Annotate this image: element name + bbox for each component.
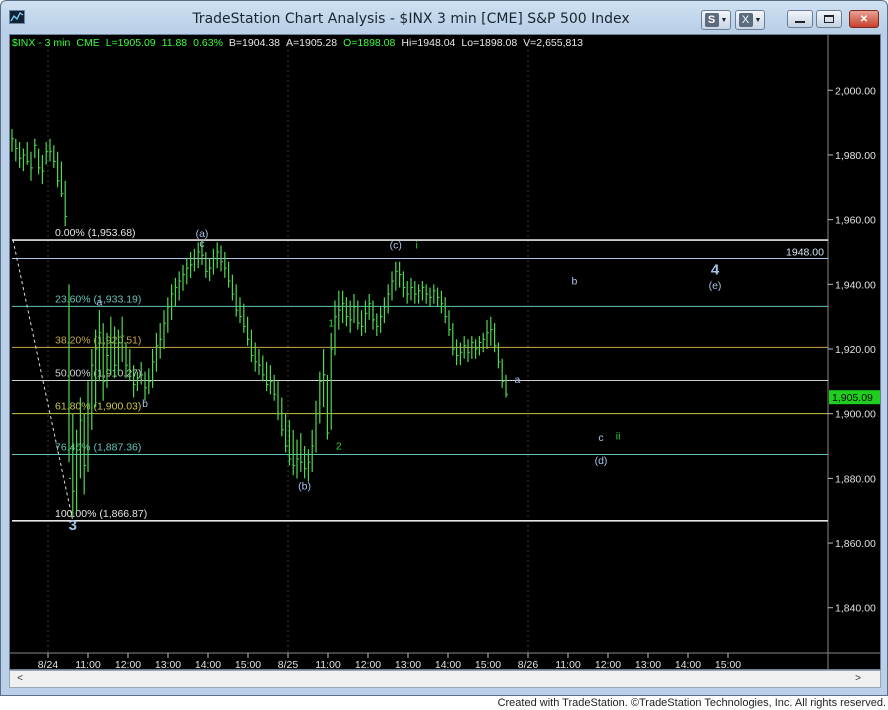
x-tick-label: 12:00 xyxy=(595,659,621,669)
y-tick-label: 1,960.00 xyxy=(835,215,876,227)
x-tick-label: 14:00 xyxy=(435,659,461,669)
y-tick-label: 1,900.00 xyxy=(835,409,876,421)
close-icon: ✕ xyxy=(859,13,869,25)
x-tick-label: 13:00 xyxy=(635,659,661,669)
x-tick-label: 11:00 xyxy=(555,659,581,669)
fib-level-label: 38.20% (1,920.51) xyxy=(55,334,141,346)
horizontal-scrollbar[interactable]: < > xyxy=(9,670,881,688)
status-exchange: CME xyxy=(76,37,100,49)
level-1948-label: 1948.00 xyxy=(786,246,824,258)
x-tick-label: 15:00 xyxy=(715,659,741,669)
x-tick-label: 12:00 xyxy=(115,659,141,669)
status-volume: V=2,655,813 xyxy=(523,37,584,49)
minimize-icon xyxy=(795,21,805,23)
wave-label: (d) xyxy=(595,455,608,467)
y-tick-label: 1,980.00 xyxy=(835,150,876,162)
y-tick-label: 1,940.00 xyxy=(835,279,876,291)
fib-level-label: 61.80% (1,900.03) xyxy=(55,401,141,413)
x-tick-label: 13:00 xyxy=(155,659,181,669)
y-tick-label: 1,860.00 xyxy=(835,538,876,550)
status-ask: A=1905.28 xyxy=(286,37,338,49)
window-title: TradeStation Chart Analysis - $INX 3 min… xyxy=(192,11,630,27)
fib-level-label: 76.40% (1,887.36) xyxy=(55,442,141,454)
wave-label: a xyxy=(514,374,520,386)
status-open: O=1898.08 xyxy=(343,37,396,49)
status-last: L=1905.09 xyxy=(105,37,156,49)
status-symbol: $INX - 3 min xyxy=(12,37,71,49)
wave-label: c xyxy=(199,238,204,250)
x-tick-label: 12:00 xyxy=(355,659,381,669)
status-bid: B=1904.38 xyxy=(228,37,281,49)
close-button[interactable]: ✕ xyxy=(849,10,879,28)
wave-label: 3 xyxy=(69,517,77,534)
y-tick-label: 1,840.00 xyxy=(835,603,876,615)
last-price-tag-label: 1,905.09 xyxy=(832,392,873,404)
title-bar[interactable]: TradeStation Chart Analysis - $INX 3 min… xyxy=(1,1,887,34)
status-change: 11.88 xyxy=(161,37,188,49)
scroll-track[interactable] xyxy=(30,672,840,686)
wave-label: a xyxy=(96,296,102,308)
wave-label: 2 xyxy=(336,440,342,452)
minimize-button[interactable] xyxy=(787,10,813,28)
maximize-button[interactable] xyxy=(816,10,842,28)
wave-label: ii xyxy=(616,431,621,443)
x-tick-label: 11:00 xyxy=(75,659,101,669)
x-tick-label: 11:00 xyxy=(315,659,341,669)
x-tick-label: 15:00 xyxy=(475,659,501,669)
s-dropdown-button[interactable]: S ▼ xyxy=(701,10,731,30)
x-tick-label: 8/24 xyxy=(38,659,59,669)
scroll-left-arrow-icon[interactable]: < xyxy=(12,672,28,686)
wave-label: b xyxy=(571,275,577,287)
wave-label: (c) xyxy=(390,240,402,252)
wave-label: (b) xyxy=(298,481,311,493)
x-tick-label: 8/26 xyxy=(518,659,539,669)
y-tick-label: 1,920.00 xyxy=(835,344,876,356)
x-tick-label: 14:00 xyxy=(675,659,701,669)
y-tick-label: 1,880.00 xyxy=(835,473,876,485)
x-tick-label: 14:00 xyxy=(195,659,221,669)
tradestation-window: TradeStation Chart Analysis - $INX 3 min… xyxy=(0,0,888,696)
price-chart[interactable]: 2,000.00 1,980.00 1,960.00 1,940.00 1,920.00… xyxy=(10,35,880,669)
wave-label: 4 xyxy=(711,262,720,279)
copyright-footer: Created with TradeStation. ©TradeStation… xyxy=(497,697,886,709)
y-tick-label: 2,000.00 xyxy=(835,85,876,97)
scroll-right-arrow-icon[interactable]: > xyxy=(850,672,866,686)
x-tick-label: 8/25 xyxy=(278,659,299,669)
fib-level-label: 0.00% (1,953.68) xyxy=(55,227,136,239)
wave-label: (e) xyxy=(709,280,722,292)
wave-label: b xyxy=(142,398,148,410)
x-dropdown-button[interactable]: X ▼ xyxy=(735,10,765,30)
maximize-icon xyxy=(824,15,834,23)
status-low: Lo=1898.08 xyxy=(461,37,518,49)
x-tick-label: 15:00 xyxy=(235,659,261,669)
x-tick-label: 13:00 xyxy=(395,659,421,669)
wave-label: i xyxy=(416,240,418,252)
wave-label: c xyxy=(598,432,603,444)
chart-area[interactable]: 2,000.00 1,980.00 1,960.00 1,940.00 1,920.00… xyxy=(9,34,881,670)
status-pct: 0.63% xyxy=(193,37,223,49)
status-high: Hi=1948.04 xyxy=(401,37,456,49)
wave-label: 1 xyxy=(328,317,334,329)
fib-level-label: 50.00% (1,910.27) xyxy=(55,367,141,379)
symbol-status-line: $INX - 3 min CME L=1905.09 11.88 0.63% B=1904… xyxy=(12,37,589,49)
